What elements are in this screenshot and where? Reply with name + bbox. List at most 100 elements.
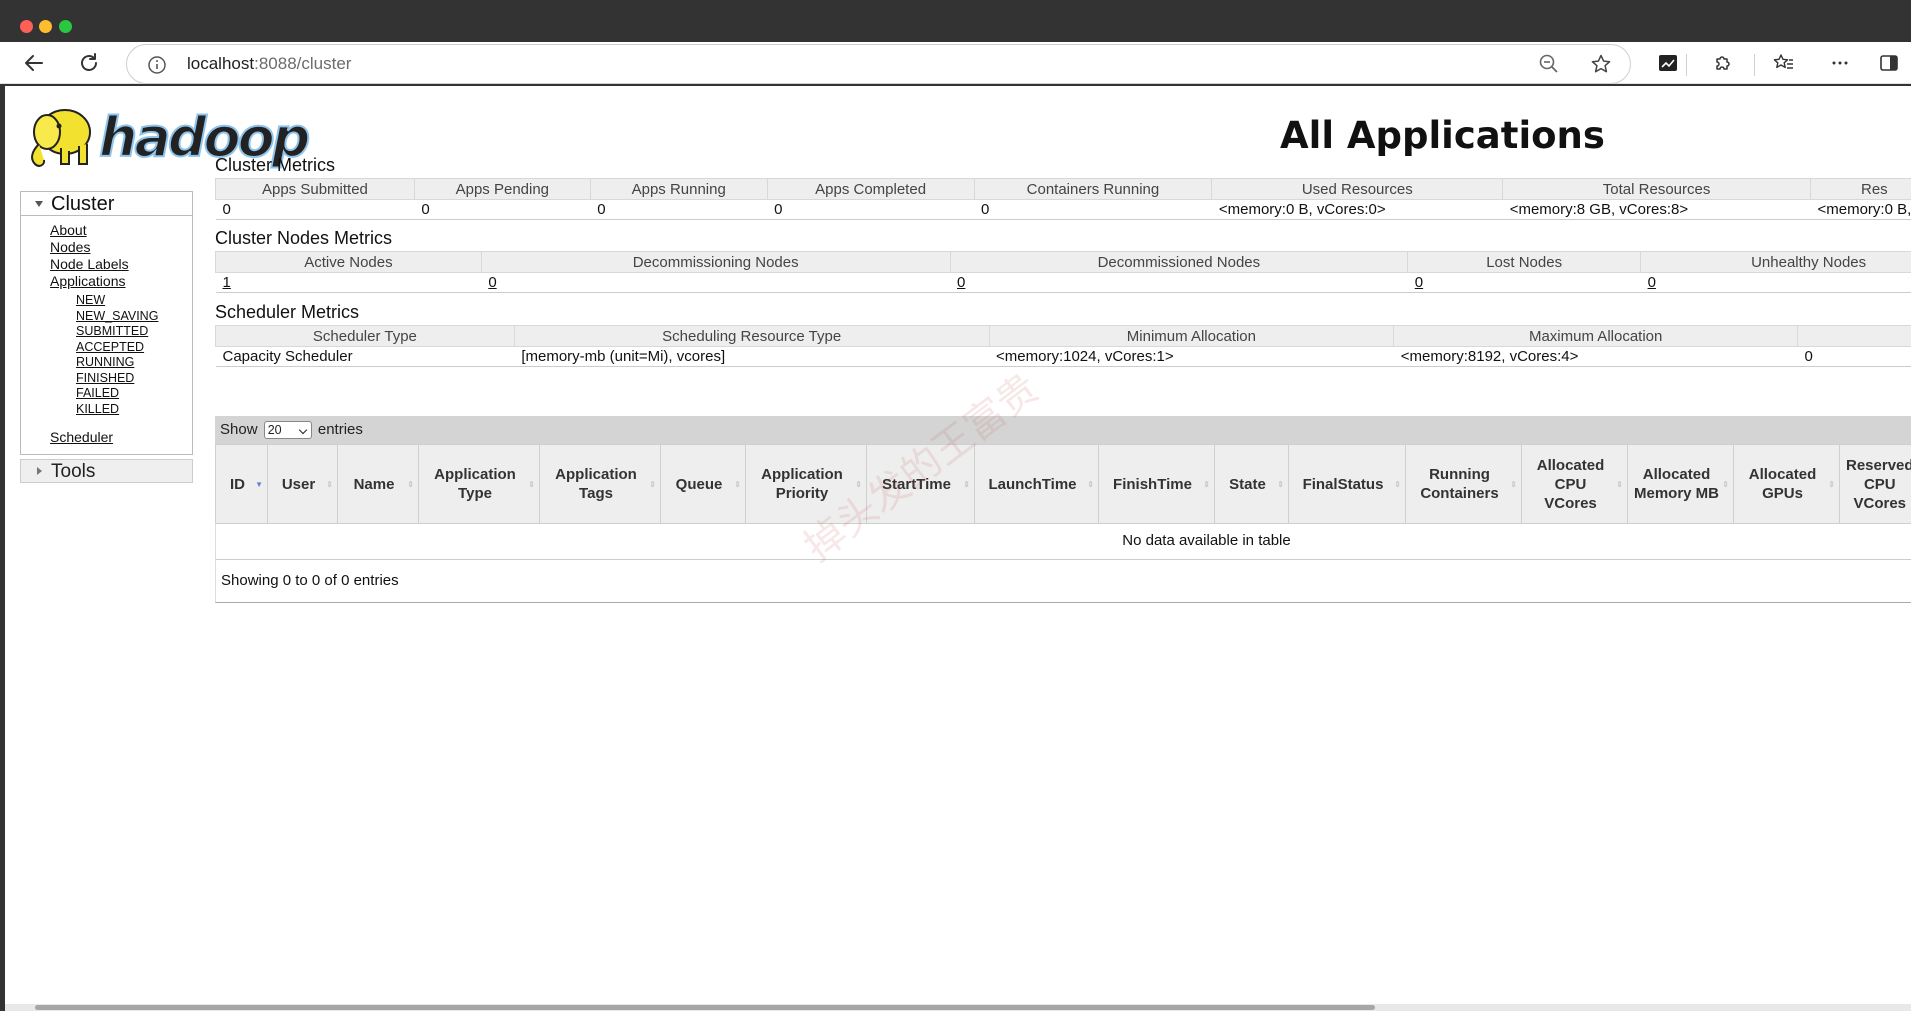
decommissioned-nodes-link[interactable]: 0 xyxy=(957,274,965,291)
column-header[interactable]: FinalStatus ⇕ xyxy=(1288,444,1406,524)
column-header[interactable]: Application Type ⇕ xyxy=(418,444,540,524)
metric-header: Total Resources xyxy=(1502,178,1811,200)
cluster-nav-label: Cluster xyxy=(51,193,115,215)
column-header[interactable]: Application Tags ⇕ xyxy=(539,444,661,524)
sort-icon: ⇕ xyxy=(1277,480,1284,489)
entries-length-control: Show 20 entries xyxy=(215,416,1911,444)
nav-link-state-accepted[interactable]: ACCEPTED xyxy=(76,340,192,356)
lost-nodes-link[interactable]: 0 xyxy=(1415,274,1423,291)
empty-table-message: No data available in table xyxy=(215,523,1911,560)
extension-button[interactable] xyxy=(1652,48,1684,78)
column-header[interactable]: User ⇕ xyxy=(267,444,338,524)
sort-icon: ⇕ xyxy=(1828,480,1835,489)
sidebar-toggle-button[interactable] xyxy=(1873,48,1905,78)
column-header[interactable]: FinishTime ⇕ xyxy=(1098,444,1215,524)
node-metrics-table: Active Nodes Decommissioning Nodes Decom… xyxy=(215,251,1911,293)
nav-link-about[interactable]: About xyxy=(50,222,192,239)
puzzle-icon xyxy=(1716,56,1730,70)
metric-header: Active Nodes xyxy=(215,251,482,273)
nav-link-scheduler[interactable]: Scheduler xyxy=(50,429,192,446)
metric-value: 0 xyxy=(1640,272,1911,293)
info-icon[interactable] xyxy=(147,55,167,75)
nav-link-state-running[interactable]: RUNNING xyxy=(76,355,192,371)
url-text[interactable]: localhost:8088/cluster xyxy=(187,54,351,74)
nav-link-state-new-saving[interactable]: NEW_SAVING xyxy=(76,309,192,325)
node-metrics-value-row: 1 0 0 0 0 xyxy=(215,272,1911,293)
column-header[interactable]: State ⇕ xyxy=(1214,444,1289,524)
metric-value: 0 xyxy=(1797,346,1911,367)
unhealthy-nodes-link[interactable]: 0 xyxy=(1648,274,1656,291)
nav-link-node-labels[interactable]: Node Labels xyxy=(50,256,192,273)
page-title: All Applications xyxy=(1280,114,1605,157)
column-header-label: FinishTime xyxy=(1113,475,1192,493)
nav-link-state-finished[interactable]: FINISHED xyxy=(76,371,192,387)
metric-header: Apps Completed xyxy=(766,178,975,200)
nav-link-applications[interactable]: Applications xyxy=(50,273,192,290)
favorite-star-icon[interactable] xyxy=(1590,53,1612,75)
close-window-button[interactable] xyxy=(20,20,33,33)
sort-icon: ⇕ xyxy=(1616,480,1623,489)
favorites-button[interactable] xyxy=(1768,48,1800,78)
address-bar[interactable]: localhost:8088/cluster xyxy=(126,44,1631,84)
column-header[interactable]: Running Containers ⇕ xyxy=(1405,444,1522,524)
column-header-label: Reserved CPU VCores xyxy=(1846,456,1911,512)
back-button[interactable] xyxy=(18,48,50,78)
metric-header: Decommissioning Nodes xyxy=(480,251,951,273)
column-header-label: ID xyxy=(230,475,245,493)
metric-header: Res xyxy=(1809,178,1911,200)
minimize-window-button[interactable] xyxy=(39,20,52,33)
sort-desc-icon: ▼ xyxy=(255,480,263,489)
nav-link-nodes[interactable]: Nodes xyxy=(50,239,192,256)
metric-value: <memory:0 B, xyxy=(1810,199,1911,220)
toolbar-divider xyxy=(1754,54,1755,76)
metric-value: <memory:8192, vCores:4> xyxy=(1393,346,1798,367)
metric-value: <memory:8 GB, vCores:8> xyxy=(1502,199,1811,220)
metric-header: Containers Running xyxy=(973,178,1213,200)
more-menu-button[interactable] xyxy=(1824,48,1856,78)
reload-button[interactable] xyxy=(73,48,105,78)
url-host: localhost xyxy=(187,54,255,73)
sort-icon: ⇕ xyxy=(734,480,741,489)
cluster-nav: Cluster About Nodes Node Labels Applicat… xyxy=(20,191,193,455)
page-size-select[interactable]: 20 xyxy=(263,421,312,440)
tools-nav-header[interactable]: Tools xyxy=(20,459,193,483)
favorites-list-icon xyxy=(1773,54,1793,69)
sort-icon: ⇕ xyxy=(1203,480,1210,489)
scrollbar-thumb[interactable] xyxy=(35,1005,1375,1010)
zoom-out-icon[interactable] xyxy=(1538,53,1560,75)
active-nodes-link[interactable]: 1 xyxy=(223,274,231,291)
metric-value: 0 xyxy=(767,199,975,220)
browser-toolbar: localhost:8088/cluster xyxy=(0,42,1911,84)
horizontal-scrollbar[interactable] xyxy=(5,1004,1911,1011)
column-header[interactable]: Reserved CPU VCores⇕ xyxy=(1839,444,1911,524)
metric-header: Unhealthy Nodes xyxy=(1640,251,1911,273)
cluster-nav-header[interactable]: Cluster xyxy=(21,192,192,216)
metric-header: Scheduler Type xyxy=(215,325,515,347)
nav-link-state-failed[interactable]: FAILED xyxy=(76,386,192,402)
reload-icon xyxy=(81,53,97,71)
node-metrics-title: Cluster Nodes Metrics xyxy=(215,228,393,248)
column-header[interactable]: Allocated GPUs ⇕ xyxy=(1733,444,1840,524)
maximize-window-button[interactable] xyxy=(59,20,72,33)
column-header[interactable]: ID ▼ xyxy=(215,444,268,524)
metric-value: 0 xyxy=(481,272,951,293)
nav-link-state-killed[interactable]: KILLED xyxy=(76,402,192,418)
column-header[interactable]: Allocated Memory MB ⇕ xyxy=(1627,444,1734,524)
cluster-nav-list: About Nodes Node Labels Applications NEW… xyxy=(21,216,192,454)
metric-value: Capacity Scheduler xyxy=(215,346,515,367)
metric-header: Used Resources xyxy=(1211,178,1504,200)
nav-link-state-new[interactable]: NEW xyxy=(76,293,192,309)
sort-icon: ⇕ xyxy=(1722,480,1729,489)
sort-icon: ⇕ xyxy=(407,480,414,489)
column-header[interactable]: Name ⇕ xyxy=(337,444,419,524)
column-header[interactable]: LaunchTime ⇕ xyxy=(974,444,1099,524)
column-header-label: Application Type xyxy=(434,466,516,502)
tools-nav-label: Tools xyxy=(51,461,96,482)
column-header[interactable]: Queue ⇕ xyxy=(660,444,746,524)
sort-icon: ⇕ xyxy=(649,480,656,489)
decommissioning-nodes-link[interactable]: 0 xyxy=(488,274,496,291)
nav-link-state-submitted[interactable]: SUBMITTED xyxy=(76,324,192,340)
extensions-button[interactable] xyxy=(1707,48,1739,78)
toolbar-divider xyxy=(1686,54,1687,76)
column-header[interactable]: Allocated CPU VCores ⇕ xyxy=(1521,444,1628,524)
